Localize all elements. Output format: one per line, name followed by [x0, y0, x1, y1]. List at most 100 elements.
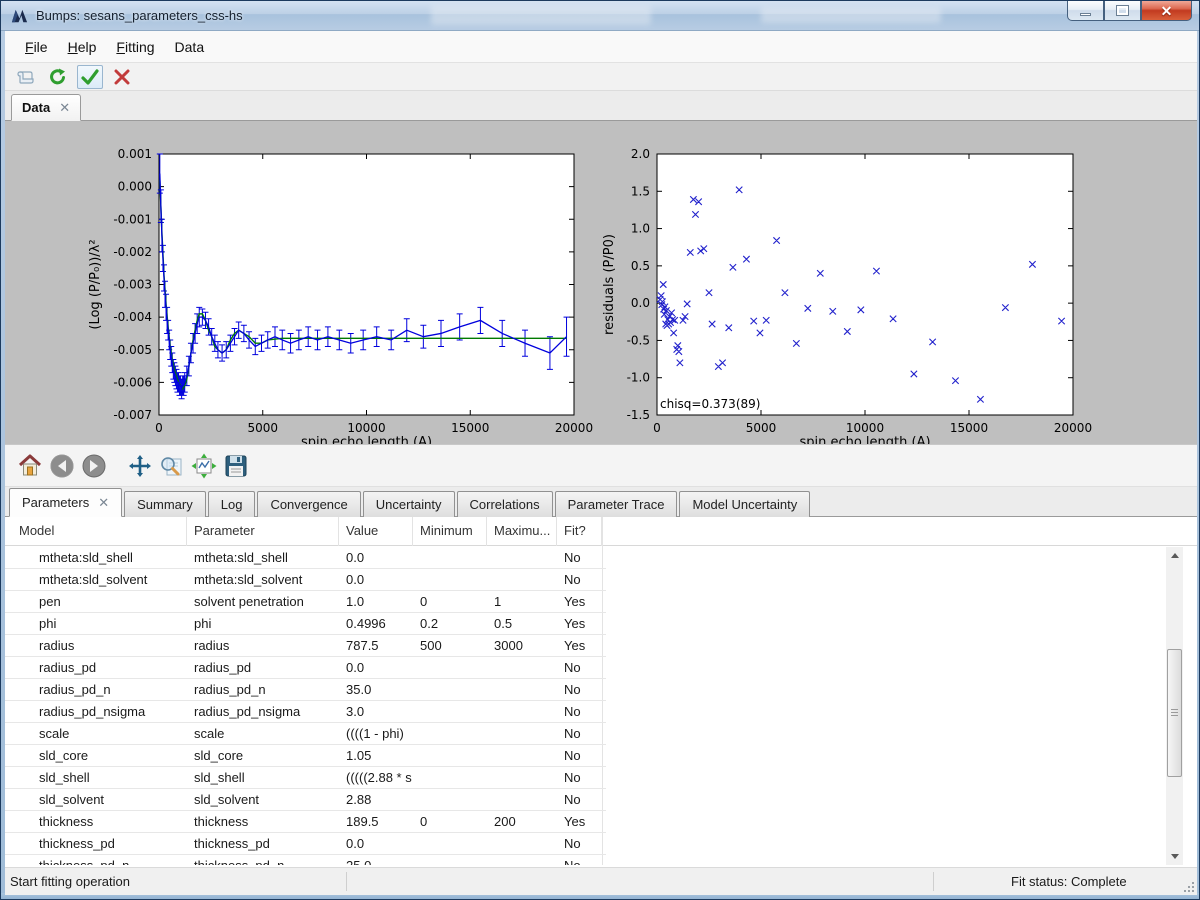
- svg-text:0.000: 0.000: [118, 180, 152, 194]
- cell-model: scale: [5, 723, 187, 744]
- scroll-thumb[interactable]: [1167, 649, 1182, 777]
- cell-fit: Yes: [557, 613, 602, 634]
- console-log-button[interactable]: [13, 65, 39, 89]
- table-row[interactable]: mtheta:sld_shell mtheta:sld_shell 0.0 No: [5, 547, 606, 569]
- back-button[interactable]: [47, 451, 77, 481]
- cell-value: 0.0: [339, 569, 413, 590]
- svg-text:-0.007: -0.007: [113, 408, 152, 422]
- cell-parameter: solvent penetration: [187, 591, 339, 612]
- cell-value: 25.0: [339, 855, 413, 865]
- column-header-minimum[interactable]: Minimum: [413, 517, 487, 546]
- cell-minimum: [413, 569, 487, 590]
- resize-grip-icon[interactable]: [1182, 880, 1194, 892]
- arrow-up-icon: [1171, 553, 1179, 558]
- column-header-maximu[interactable]: Maximu...: [487, 517, 557, 546]
- cell-maximum: [487, 855, 557, 865]
- cell-minimum: [413, 833, 487, 854]
- menu-fitting[interactable]: Fitting: [106, 35, 164, 59]
- table-row[interactable]: sld_shell sld_shell (((((2.88 * s No: [5, 767, 606, 789]
- forward-button[interactable]: [79, 451, 109, 481]
- tab-correlations[interactable]: Correlations: [457, 491, 553, 517]
- tab-convergence[interactable]: Convergence: [257, 491, 360, 517]
- table-row[interactable]: sld_core sld_core 1.05 No: [5, 745, 606, 767]
- cell-minimum: [413, 679, 487, 700]
- table-row[interactable]: radius_pd_nsigma radius_pd_nsigma 3.0 No: [5, 701, 606, 723]
- svg-text:15000: 15000: [950, 421, 988, 435]
- tab-close-icon[interactable]: ✕: [59, 101, 70, 114]
- close-icon: ✕: [1161, 4, 1173, 18]
- refresh-button[interactable]: [45, 65, 71, 89]
- table-row[interactable]: radius radius 787.5 500 3000 Yes: [5, 635, 606, 657]
- table-row[interactable]: thickness_pd thickness_pd 0.0 No: [5, 833, 606, 855]
- zoom-rect-button[interactable]: [157, 451, 187, 481]
- log-scroll-icon: [16, 67, 36, 87]
- table-row[interactable]: thickness thickness 189.5 0 200 Yes: [5, 811, 606, 833]
- table-row[interactable]: radius_pd radius_pd 0.0 No: [5, 657, 606, 679]
- cell-fit: No: [557, 745, 602, 766]
- table-header: ModelParameterValueMinimumMaximu...Fit?: [5, 517, 1197, 546]
- svg-text:spin echo length (A): spin echo length (A): [301, 435, 432, 444]
- tab-model-uncertainty[interactable]: Model Uncertainty: [679, 491, 810, 517]
- tab-data[interactable]: Data ✕: [11, 94, 81, 121]
- menu-data[interactable]: Data: [165, 35, 215, 59]
- column-header-parameter[interactable]: Parameter: [187, 517, 339, 546]
- cell-minimum: [413, 855, 487, 865]
- svg-text:spin echo length (A): spin echo length (A): [799, 435, 930, 444]
- cell-minimum: [413, 767, 487, 788]
- save-floppy-icon: [223, 453, 249, 479]
- cell-maximum: [487, 833, 557, 854]
- tab-summary[interactable]: Summary: [124, 491, 206, 517]
- tab-log[interactable]: Log: [208, 491, 256, 517]
- cell-maximum: 3000: [487, 635, 557, 656]
- title-bar[interactable]: Bumps: sesans_parameters_css-hs ✕: [1, 1, 1200, 31]
- glass-ghost: [761, 7, 941, 23]
- table-row[interactable]: thickness_pd_n thickness_pd_n 25.0 No: [5, 855, 606, 865]
- tab-parameter-trace[interactable]: Parameter Trace: [555, 491, 678, 517]
- maximize-button[interactable]: [1104, 1, 1141, 21]
- menu-file[interactable]: File: [15, 35, 58, 59]
- cell-value: 3.0: [339, 701, 413, 722]
- start-fit-button[interactable]: [77, 65, 103, 89]
- table-row[interactable]: phi phi 0.4996 0.2 0.5 Yes: [5, 613, 606, 635]
- save-button[interactable]: [221, 451, 251, 481]
- svg-text:2.0: 2.0: [631, 147, 650, 161]
- cell-parameter: radius_pd: [187, 657, 339, 678]
- table-row[interactable]: scale scale ((((1 - phi) No: [5, 723, 606, 745]
- tab-close-icon[interactable]: ✕: [98, 496, 109, 509]
- close-button[interactable]: ✕: [1141, 1, 1192, 21]
- menu-help[interactable]: Help: [58, 35, 107, 59]
- table-row[interactable]: sld_solvent sld_solvent 2.88 No: [5, 789, 606, 811]
- plot-panel[interactable]: 050001000015000200000.0010.000-0.001-0.0…: [5, 121, 1197, 444]
- svg-text:10000: 10000: [347, 421, 385, 435]
- status-message: Start fitting operation: [10, 874, 130, 889]
- cell-fit: No: [557, 679, 602, 700]
- scroll-up-button[interactable]: [1166, 547, 1183, 564]
- cell-model: thickness_pd_n: [5, 855, 187, 865]
- minimize-button[interactable]: [1067, 1, 1104, 21]
- vertical-scrollbar[interactable]: [1166, 547, 1183, 865]
- home-button[interactable]: [15, 451, 45, 481]
- tab-uncertainty[interactable]: Uncertainty: [363, 491, 455, 517]
- cell-value: 0.0: [339, 547, 413, 568]
- figures-canvas[interactable]: 050001000015000200000.0010.000-0.001-0.0…: [5, 121, 1197, 444]
- column-header-fit[interactable]: Fit?: [557, 517, 602, 546]
- table-row[interactable]: pen solvent penetration 1.0 0 1 Yes: [5, 591, 606, 613]
- stop-fit-button[interactable]: [109, 65, 135, 89]
- pan-button[interactable]: [125, 451, 155, 481]
- tab-parameters[interactable]: Parameters✕: [9, 488, 122, 517]
- cell-model: sld_solvent: [5, 789, 187, 810]
- cell-minimum: [413, 723, 487, 744]
- cell-maximum: [487, 679, 557, 700]
- table-row[interactable]: radius_pd_n radius_pd_n 35.0 No: [5, 679, 606, 701]
- configure-subplots-button[interactable]: [189, 451, 219, 481]
- column-header-value[interactable]: Value: [339, 517, 413, 546]
- cell-parameter: phi: [187, 613, 339, 634]
- cell-maximum: 1: [487, 591, 557, 612]
- scroll-down-button[interactable]: [1166, 848, 1183, 865]
- cell-value: 0.0: [339, 657, 413, 678]
- cell-value: 1.0: [339, 591, 413, 612]
- column-header-model[interactable]: Model: [5, 517, 187, 546]
- zoom-rect-icon: [159, 453, 185, 479]
- table-row[interactable]: mtheta:sld_solvent mtheta:sld_solvent 0.…: [5, 569, 606, 591]
- svg-text:5000: 5000: [746, 421, 777, 435]
